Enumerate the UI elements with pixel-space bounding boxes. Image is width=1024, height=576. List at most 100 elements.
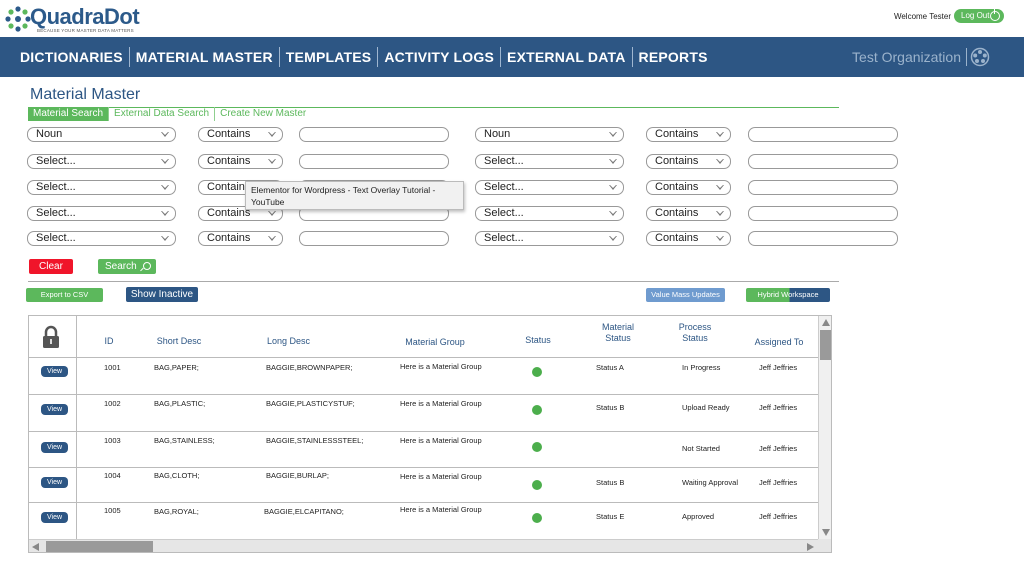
right-operator-select-2[interactable]: Contains [646, 154, 731, 169]
chevron-down-icon [268, 236, 276, 241]
right-value-input-5[interactable] [748, 231, 898, 246]
scroll-left-icon[interactable] [32, 543, 39, 551]
right-operator-select-4[interactable]: Contains [646, 206, 731, 221]
cell-material-status: Status B [596, 403, 625, 412]
logo-tagline: BECAUSE YOUR MASTER DATA MATTERS [37, 28, 134, 33]
nav-activity-logs[interactable]: ACTIVITY LOGS [378, 47, 502, 67]
logout-button[interactable]: Log Out [954, 9, 1004, 23]
right-operator-select-5[interactable]: Contains [646, 231, 731, 246]
view-button[interactable]: View [41, 477, 68, 488]
left-field-select-4[interactable]: Select... [27, 206, 176, 221]
left-value-input-2[interactable] [299, 154, 449, 169]
right-field-select-4[interactable]: Select... [475, 206, 624, 221]
scroll-up-icon[interactable] [822, 319, 830, 326]
vertical-scrollbar[interactable] [818, 316, 831, 539]
left-field-select-3[interactable]: Select... [27, 180, 176, 195]
cell-process-status: Not Started [682, 444, 720, 453]
status-dot-icon [532, 405, 542, 415]
nav-external-data[interactable]: EXTERNAL DATA [501, 47, 633, 67]
view-button[interactable]: View [41, 442, 68, 453]
header-long-desc[interactable]: Long Desc [251, 336, 326, 347]
header-material-status[interactable]: Material Status [592, 322, 644, 344]
chevron-down-icon [268, 211, 276, 216]
header-short-desc[interactable]: Short Desc [144, 336, 214, 347]
right-operator-select-3[interactable]: Contains [646, 180, 731, 195]
right-value-input-2[interactable] [748, 154, 898, 169]
row-divider [29, 431, 818, 432]
cell-long-desc: BAGGIE,BROWNPAPER; [266, 363, 353, 372]
chevron-down-icon [609, 185, 617, 190]
header-id[interactable]: ID [89, 336, 129, 347]
header-process-status[interactable]: Process Status [671, 322, 719, 344]
logo-icon [5, 6, 31, 32]
hybrid-workspace-button[interactable]: Hybrid Workspace [746, 288, 830, 302]
cell-assigned-to: Jeff Jeffries [759, 444, 798, 453]
vertical-scroll-thumb[interactable] [820, 330, 831, 360]
chevron-down-icon [161, 185, 169, 190]
left-field-select-5[interactable]: Select... [27, 231, 176, 246]
export-csv-button[interactable]: Export to CSV [26, 288, 103, 302]
horizontal-scrollbar[interactable] [29, 539, 818, 552]
settings-wheel-icon[interactable] [970, 47, 990, 67]
chevron-down-icon [609, 211, 617, 216]
row-divider [29, 467, 818, 468]
chevron-down-icon [609, 132, 617, 137]
select-value: Contains [207, 181, 251, 193]
header-material-group[interactable]: Material Group [395, 337, 475, 348]
select-value: Select... [36, 232, 76, 244]
view-button[interactable]: View [41, 366, 68, 377]
logo[interactable]: QuadraDot BECAUSE YOUR MASTER DATA MATTE… [4, 3, 140, 35]
value-mass-updates-button[interactable]: Value Mass Updates [646, 288, 725, 302]
column-divider [76, 316, 77, 539]
nav-reports[interactable]: REPORTS [633, 47, 714, 67]
lock-icon[interactable] [41, 325, 61, 349]
cell-material-group: Here is a Material Group [400, 505, 482, 514]
view-button[interactable]: View [41, 404, 68, 415]
nav-material-master[interactable]: MATERIAL MASTER [130, 47, 280, 67]
tab-create-new-master[interactable]: Create New Master [215, 107, 311, 121]
nav-dictionaries[interactable]: DICTIONARIES [14, 47, 130, 67]
header-assigned-to[interactable]: Assigned To [744, 337, 814, 348]
top-bar: QuadraDot BECAUSE YOUR MASTER DATA MATTE… [0, 0, 1024, 37]
right-operator-select-1[interactable]: Contains [646, 127, 731, 142]
chevron-down-icon [716, 185, 724, 190]
left-operator-select-2[interactable]: Contains [198, 154, 283, 169]
view-button[interactable]: View [41, 512, 68, 523]
power-icon [990, 9, 1000, 21]
cell-short-desc: BAG,PAPER; [154, 363, 199, 372]
select-value: Contains [655, 181, 699, 193]
right-field-select-3[interactable]: Select... [475, 180, 624, 195]
tab-material-search[interactable]: Material Search [28, 107, 110, 121]
clear-button[interactable]: Clear [29, 259, 73, 274]
cell-id: 1003 [104, 436, 121, 445]
app-page: QuadraDot BECAUSE YOUR MASTER DATA MATTE… [0, 0, 1024, 576]
tab-external-data-search[interactable]: External Data Search [109, 107, 216, 121]
horizontal-scroll-thumb[interactable] [46, 541, 153, 552]
cell-material-group: Here is a Material Group [400, 472, 482, 481]
cell-process-status: Upload Ready [682, 403, 730, 412]
scroll-down-icon[interactable] [822, 529, 830, 536]
show-inactive-button[interactable]: Show Inactive [126, 287, 198, 302]
scroll-right-icon[interactable] [807, 543, 814, 551]
left-field-select-1[interactable]: Noun [27, 127, 176, 142]
select-value: Noun [36, 128, 63, 140]
right-value-input-4[interactable] [748, 206, 898, 221]
left-operator-select-5[interactable]: Contains [198, 231, 283, 246]
right-field-select-5[interactable]: Select... [475, 231, 624, 246]
status-dot-icon [532, 442, 542, 452]
header-status[interactable]: Status [515, 335, 561, 346]
right-value-input-1[interactable] [748, 127, 898, 142]
select-value: Contains [207, 128, 251, 140]
nav-templates[interactable]: TEMPLATES [280, 47, 379, 67]
left-value-input-5[interactable] [299, 231, 449, 246]
cell-short-desc: BAG,ROYAL; [154, 507, 199, 516]
right-value-input-3[interactable] [748, 180, 898, 195]
chevron-down-icon [716, 132, 724, 137]
cell-id: 1005 [104, 506, 121, 515]
left-value-input-1[interactable] [299, 127, 449, 142]
right-field-select-1[interactable]: Noun [475, 127, 624, 142]
left-operator-select-1[interactable]: Contains [198, 127, 283, 142]
left-field-select-2[interactable]: Select... [27, 154, 176, 169]
right-field-select-2[interactable]: Select... [475, 154, 624, 169]
search-button[interactable]: Search [98, 259, 156, 274]
